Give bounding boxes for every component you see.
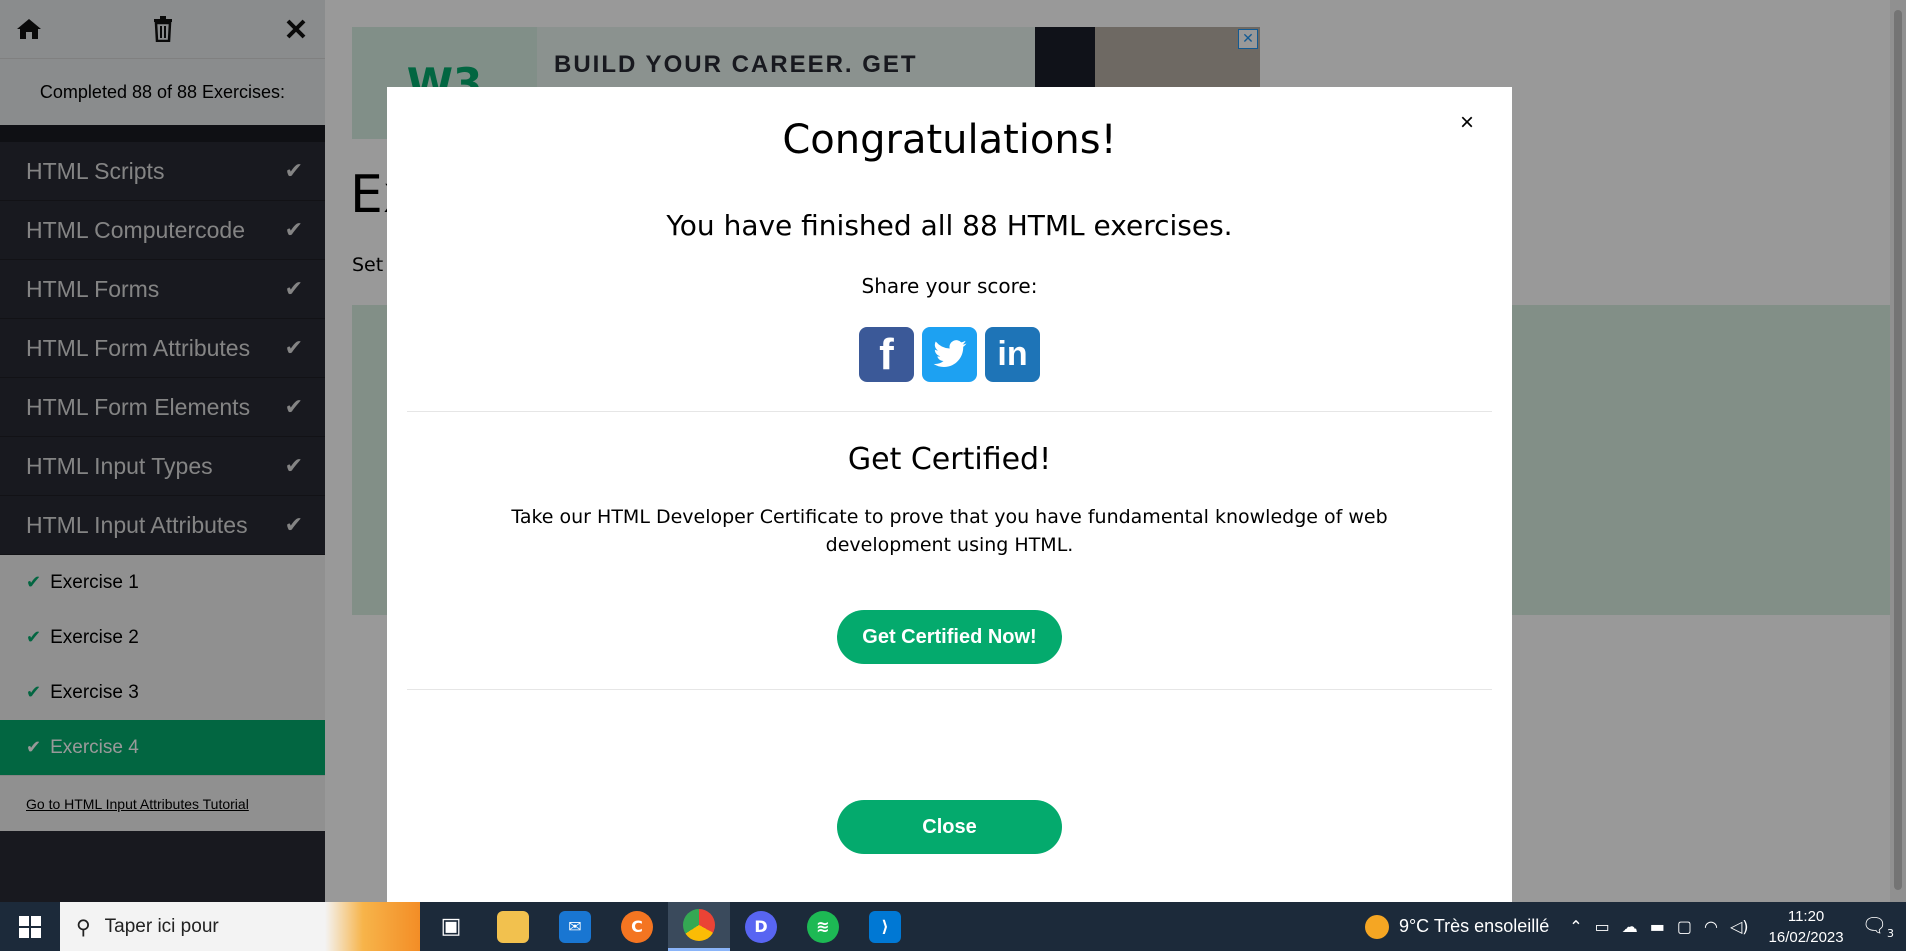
taskbar-search[interactable]: ⚲ Taper ici pour: [60, 902, 420, 951]
volume-icon[interactable]: ◁): [1730, 917, 1749, 936]
social-share-buttons: f in: [387, 327, 1512, 382]
date: 16/02/2023: [1768, 928, 1844, 946]
windows-start-icon[interactable]: [0, 902, 60, 951]
vscode-icon[interactable]: ⟩: [854, 902, 916, 951]
battery-icon[interactable]: ▬: [1650, 917, 1665, 936]
system-tray: 9°C Très ensoleillé ⌃ ▭ ☁ ▬ ▢ ◠ ◁) 11:20…: [1364, 902, 1906, 951]
discord-icon[interactable]: D: [730, 902, 792, 951]
onedrive-icon[interactable]: ☁: [1622, 917, 1638, 936]
modal-title: Congratulations!: [782, 117, 1117, 163]
finished-message: You have finished all 88 HTML exercises.: [666, 209, 1233, 242]
search-placeholder: Taper ici pour: [104, 915, 219, 937]
certified-heading: Get Certified!: [847, 442, 1052, 477]
divider: [407, 411, 1492, 412]
weather-widget[interactable]: 9°C Très ensoleillé: [1364, 914, 1550, 939]
windows-taskbar: ⚲ Taper ici pour ▣ ✉ C D ≋ ⟩ 9°C Très en…: [0, 902, 1906, 951]
clock[interactable]: 11:20 16/02/2023: [1769, 906, 1844, 948]
wifi-icon[interactable]: ◠: [1704, 917, 1718, 936]
mail-icon[interactable]: ✉: [544, 902, 606, 951]
notification-count: 3: [1887, 927, 1894, 940]
certified-description: Take our HTML Developer Certificate to p…: [511, 506, 1388, 556]
facebook-icon[interactable]: f: [859, 327, 914, 382]
search-icon: ⚲: [76, 914, 91, 939]
time: 11:20: [1787, 907, 1825, 925]
chrome-icon[interactable]: [668, 902, 730, 951]
linkedin-icon[interactable]: in: [985, 327, 1040, 382]
crunchyroll-icon[interactable]: C: [606, 902, 668, 951]
task-view-icon[interactable]: ▣: [420, 902, 482, 951]
file-explorer-icon[interactable]: [482, 902, 544, 951]
twitter-icon[interactable]: [922, 327, 977, 382]
share-label: Share your score:: [861, 274, 1038, 298]
get-certified-button[interactable]: Get Certified Now!: [837, 610, 1062, 664]
spotify-icon[interactable]: ≋: [792, 902, 854, 951]
chevron-up-icon[interactable]: ⌃: [1569, 917, 1582, 936]
weather-text: 9°C Très ensoleillé: [1398, 916, 1550, 936]
meet-icon[interactable]: ▭: [1595, 917, 1610, 936]
close-button[interactable]: Close: [837, 800, 1062, 854]
divider: [407, 689, 1492, 690]
search-highlight-image: [325, 902, 420, 951]
congratulations-modal: × Congratulations! You have finished all…: [387, 87, 1512, 902]
device-icon[interactable]: ▢: [1677, 917, 1692, 936]
notification-icon[interactable]: 🗨3: [1862, 913, 1894, 940]
weather-sun-icon: [1364, 914, 1389, 939]
